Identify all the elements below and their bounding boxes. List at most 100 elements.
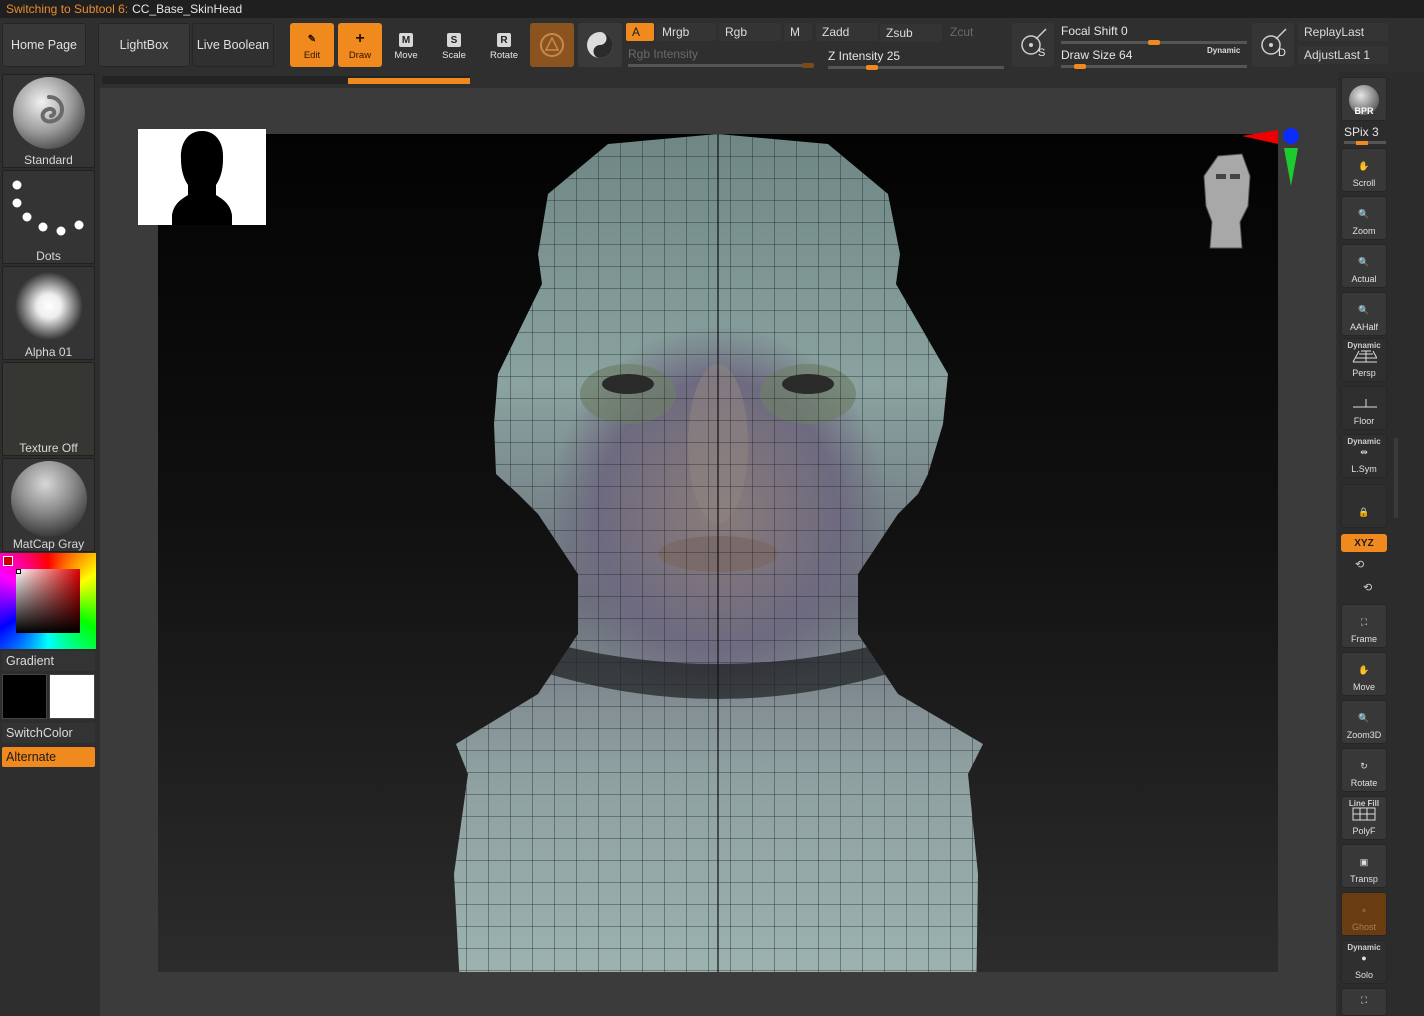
actual-size-icon: 🔍 — [1358, 256, 1370, 267]
ghost-icon: ● — [1361, 905, 1367, 915]
hand-scroll-icon: ✋ — [1358, 160, 1370, 171]
move-icon: M — [399, 33, 413, 47]
zcut-button[interactable]: Zcut — [944, 23, 1004, 41]
z-intensity-track — [828, 65, 1004, 70]
adjust-last-value: 1 — [1363, 48, 1371, 62]
linefill-label: Line Fill — [1348, 799, 1380, 808]
edit-button[interactable]: ✎ Edit — [290, 23, 334, 67]
status-text: Switching to Subtool 6: — [6, 2, 129, 16]
replay-last-button[interactable]: ReplayLast — [1298, 23, 1388, 41]
rgb-button[interactable]: Rgb — [719, 23, 781, 41]
sculptris-icon — [540, 33, 564, 57]
draw-size-track — [1061, 64, 1247, 69]
zoom3d-button[interactable]: 🔍 Zoom3D — [1341, 700, 1387, 744]
persp-button[interactable]: Dynamic Persp — [1341, 338, 1387, 382]
adjust-last-button[interactable]: AdjustLast 1 — [1298, 46, 1388, 64]
dots-stroke-icon — [12, 180, 84, 236]
spotlight-button[interactable] — [578, 23, 622, 67]
floor-icon — [1351, 394, 1377, 414]
bpr-button[interactable]: BPR — [1341, 77, 1387, 121]
rgb-intensity-knob[interactable] — [802, 63, 814, 68]
draw-size-knob[interactable] — [1073, 64, 1086, 69]
ghost-button[interactable]: ● Ghost — [1341, 892, 1387, 936]
alpha-selector[interactable]: Alpha 01 — [2, 266, 95, 360]
m-button[interactable]: M — [784, 23, 812, 41]
polyframe-button[interactable]: Line Fill PolyF — [1341, 796, 1387, 840]
xpose-button[interactable]: ⛶ — [1341, 988, 1387, 1016]
stroke-selector[interactable]: Dots — [2, 170, 95, 264]
secondary-color-swatch[interactable] — [49, 674, 95, 719]
rotate-button[interactable]: R Rotate — [482, 23, 526, 67]
scroll-button[interactable]: ✋ Scroll — [1341, 148, 1387, 192]
head-model — [454, 134, 983, 972]
bpr-label: BPR — [1354, 106, 1374, 116]
lazy-mouse-d-button[interactable]: D — [1252, 23, 1294, 67]
actual-button[interactable]: 🔍 Actual — [1341, 244, 1387, 288]
x-axis-arrow[interactable] — [1242, 130, 1278, 144]
3d-viewport[interactable] — [158, 134, 1278, 972]
color-picker-cursor[interactable] — [16, 569, 21, 574]
material-selector[interactable]: MatCap Gray — [2, 458, 95, 552]
focal-shift-knob[interactable] — [1148, 40, 1160, 45]
color-picker-hue-ring[interactable] — [0, 553, 96, 649]
z-axis-dot[interactable] — [1283, 128, 1299, 144]
material-label: MatCap Gray — [12, 537, 85, 551]
move-label: Move — [394, 50, 418, 61]
rotate-view-button[interactable]: ↻ Rotate — [1341, 748, 1387, 792]
zsub-button[interactable]: Zsub — [880, 24, 942, 42]
reference-silhouette-image[interactable] — [138, 129, 266, 225]
primary-color-swatch[interactable] — [2, 674, 47, 719]
draw-label: Draw — [348, 50, 372, 61]
switch-color-button[interactable]: SwitchColor — [2, 723, 95, 743]
y-axis-arrow[interactable] — [1284, 148, 1298, 186]
move-button[interactable]: M Move — [384, 23, 428, 67]
rotate-view-icon: ↻ — [1360, 760, 1368, 771]
mrgb-button[interactable]: Mrgb — [656, 23, 716, 41]
brush-label: Standard — [24, 153, 73, 167]
spix-slider[interactable]: SPix 3 — [1344, 125, 1379, 139]
gradient-toggle[interactable]: Gradient — [2, 651, 95, 671]
home-page-button[interactable]: Home Page — [2, 23, 86, 67]
dynamic-size-toggle[interactable]: Dynamic — [1207, 46, 1240, 55]
y-rotate-icon[interactable]: ⟲ — [1355, 558, 1364, 571]
focal-shift-slider[interactable]: Focal Shift 0 — [1061, 23, 1247, 45]
alternate-button[interactable]: Alternate — [2, 747, 95, 767]
a-mode-button[interactable]: A — [626, 23, 654, 41]
aahalf-icon: 🔍 — [1358, 304, 1370, 315]
color-picker-square[interactable] — [16, 569, 80, 633]
current-color-swatch — [3, 556, 13, 566]
draw-button[interactable]: + Draw — [338, 23, 382, 67]
lazy-mouse-s-button[interactable]: S — [1012, 23, 1054, 67]
zoom-button[interactable]: 🔍 Zoom — [1341, 196, 1387, 240]
lock-button[interactable]: 🔒 — [1341, 484, 1387, 528]
right-scrollbar[interactable] — [1394, 438, 1398, 518]
brush-selector[interactable]: Standard — [2, 74, 95, 168]
z-intensity-knob[interactable] — [866, 65, 878, 70]
navigation-gizmo[interactable] — [1196, 126, 1306, 256]
transp-button[interactable]: ▣ Transp — [1341, 844, 1387, 888]
texture-selector[interactable]: Texture Off — [2, 362, 95, 456]
rgb-intensity-label: Rgb Intensity — [628, 47, 699, 61]
zadd-button[interactable]: Zadd — [816, 23, 878, 41]
lazy-d-icon — [1261, 28, 1287, 55]
focal-shift-label: Focal Shift — [1061, 24, 1118, 38]
zbrush-window: Switching to Subtool 6: CC_Base_SkinHead … — [0, 0, 1424, 1016]
sculptris-pro-button[interactable] — [530, 23, 574, 67]
gizmo-head-icon — [1203, 153, 1251, 249]
xyz-rotate-button[interactable]: XYZ — [1341, 534, 1387, 552]
floor-button[interactable]: Floor — [1341, 386, 1387, 430]
z-intensity-slider[interactable]: Z Intensity 25 — [828, 48, 1004, 70]
local-symmetry-button[interactable]: Dynamic ⇹ L.Sym — [1341, 434, 1387, 478]
frame-button[interactable]: ⛶ Frame — [1341, 604, 1387, 648]
xpose-icon: ⛶ — [1360, 994, 1368, 1005]
move-view-button[interactable]: ✋ Move — [1341, 652, 1387, 696]
live-boolean-button[interactable]: Live Boolean — [192, 23, 274, 67]
solo-button[interactable]: Dynamic ● Solo — [1341, 940, 1387, 984]
lightbox-button[interactable]: LightBox — [98, 23, 190, 67]
zoom3d-icon: 🔍 — [1358, 712, 1370, 723]
active-tab-indicator[interactable] — [348, 78, 470, 84]
rgb-intensity-slider[interactable]: Rgb Intensity — [628, 46, 814, 68]
z-rotate-icon[interactable]: ⟲ — [1363, 581, 1372, 594]
aahalf-button[interactable]: 🔍 AAHalf — [1341, 292, 1387, 336]
scale-button[interactable]: S Scale — [432, 23, 476, 67]
